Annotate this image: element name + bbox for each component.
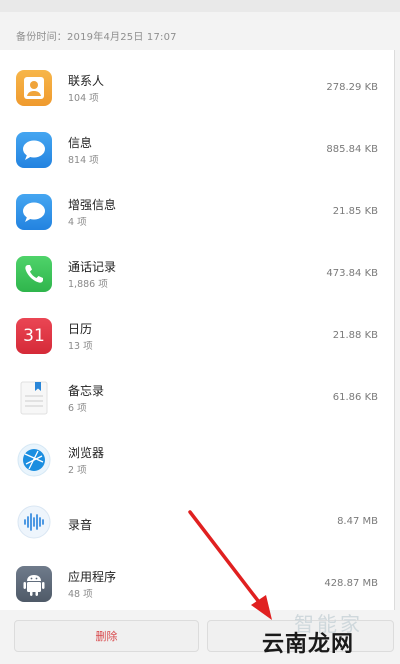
item-size: 885.84 KB: [326, 144, 378, 155]
item-name: 应用程序: [68, 570, 117, 584]
memo-icon: [16, 380, 52, 416]
list-item-contacts[interactable]: 联系人 104 项 278.29 KB: [0, 58, 394, 120]
android-icon: [16, 566, 52, 602]
top-strip: [0, 0, 400, 12]
browser-icon: [16, 442, 52, 478]
list-item-enhanced-messages[interactable]: 增强信息 4 项 21.85 KB: [0, 182, 394, 244]
item-name: 信息: [68, 136, 93, 150]
list-item-calendar[interactable]: 31 日历 13 项 21.88 KB: [0, 306, 394, 368]
list-item-applications[interactable]: 应用程序 48 项 428.87 MB: [0, 554, 394, 616]
item-size: 8.47 MB: [337, 516, 378, 527]
backup-item-list: 联系人 104 项 278.29 KB 信息 814 项 885.84 KB 增…: [0, 50, 395, 610]
watermark-main: 云南龙网: [262, 632, 355, 657]
phone-icon: [16, 256, 52, 292]
item-size: 21.85 KB: [332, 206, 378, 217]
item-count: 48 项: [68, 589, 93, 600]
item-count: 104 项: [68, 93, 99, 104]
item-size: 473.84 KB: [326, 268, 378, 279]
watermark: 智能家 云南龙网: [262, 608, 392, 658]
item-size: 21.88 KB: [332, 330, 378, 341]
item-name: 增强信息: [68, 198, 117, 212]
item-size: 278.29 KB: [326, 82, 378, 93]
list-item-recorder[interactable]: 录音 8.47 MB: [0, 492, 394, 554]
item-name: 录音: [68, 518, 93, 532]
list-item-call-log[interactable]: 通话记录 1,886 项 473.84 KB: [0, 244, 394, 306]
list-item-messages[interactable]: 信息 814 项 885.84 KB: [0, 120, 394, 182]
enhanced-messages-icon: [16, 194, 52, 230]
item-size: 428.87 MB: [324, 578, 378, 589]
item-count: 4 项: [68, 217, 87, 228]
item-name: 备忘录: [68, 384, 105, 398]
item-name: 浏览器: [68, 446, 105, 460]
list-item-memo[interactable]: 备忘录 6 项 61.86 KB: [0, 368, 394, 430]
list-item-browser[interactable]: 浏览器 2 项: [0, 430, 394, 492]
delete-button[interactable]: 删除: [14, 620, 199, 652]
item-name: 通话记录: [68, 260, 117, 274]
item-count: 1,886 项: [68, 279, 108, 290]
recorder-icon: [16, 504, 52, 540]
item-name: 联系人: [68, 74, 105, 88]
item-count: 814 项: [68, 155, 99, 166]
item-count: 2 项: [68, 465, 87, 476]
contacts-icon: [16, 70, 52, 106]
messages-icon: [16, 132, 52, 168]
calendar-icon: 31: [16, 318, 52, 354]
item-size: 61.86 KB: [332, 392, 378, 403]
item-count: 13 项: [68, 341, 93, 352]
item-name: 日历: [68, 322, 93, 336]
backup-time-label: 备份时间：2019年4月25日 17:07: [16, 32, 177, 43]
item-count: 6 项: [68, 403, 87, 414]
